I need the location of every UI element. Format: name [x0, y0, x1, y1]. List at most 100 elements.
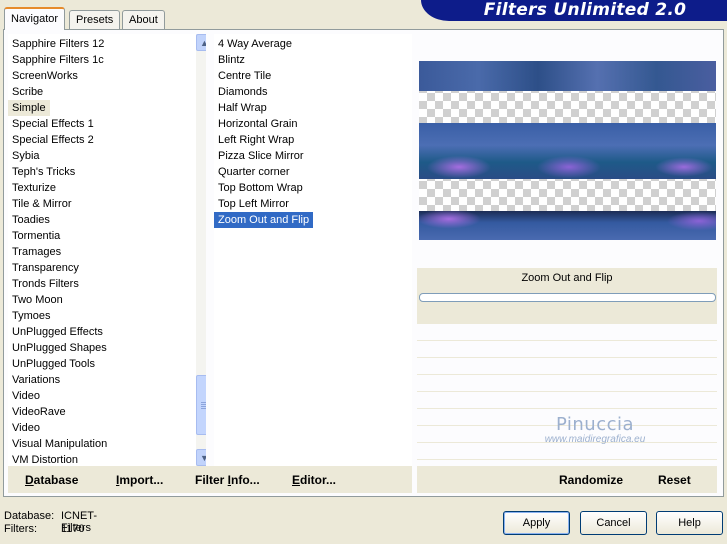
list-item[interactable]: Quarter corner: [214, 164, 294, 180]
list-item[interactable]: Teph's Tricks: [8, 164, 79, 180]
list-row: Tymoes: [8, 308, 206, 324]
list-item[interactable]: Toadies: [8, 212, 54, 228]
list-item[interactable]: Diamonds: [214, 84, 272, 100]
list-row: Tramages: [8, 244, 206, 260]
list-item[interactable]: Variations: [8, 372, 64, 388]
list-item[interactable]: Top Left Mirror: [214, 196, 293, 212]
preview-strip: [419, 211, 716, 240]
list-row: Zoom Out and Flip: [214, 212, 412, 228]
scroll-thumb[interactable]: [196, 375, 206, 435]
list-row: Sapphire Filters 1c: [8, 52, 206, 68]
list-row: Video: [8, 420, 206, 436]
list-row: Special Effects 2: [8, 132, 206, 148]
editor-label: ditor...: [300, 473, 337, 487]
help-button[interactable]: Help: [656, 511, 723, 535]
list-item[interactable]: VM Distortion: [8, 452, 82, 466]
database-button[interactable]: Database: [25, 473, 78, 487]
category-list[interactable]: Sapphire Filters 12 Sapphire Filters 1c Sc…: [8, 34, 206, 466]
list-item[interactable]: Tile & Mirror: [8, 196, 75, 212]
parameter-row: [417, 358, 717, 375]
list-row: Special Effects 1: [8, 116, 206, 132]
list-item[interactable]: Tronds Filters: [8, 276, 83, 292]
list-item[interactable]: Half Wrap: [214, 100, 271, 116]
list-row: Tile & Mirror: [8, 196, 206, 212]
list-item[interactable]: UnPlugged Tools: [8, 356, 99, 372]
cancel-button[interactable]: Cancel: [580, 511, 647, 535]
database-accel: D: [25, 473, 34, 487]
parameter-row: [417, 375, 717, 392]
list-row: Horizontal Grain: [214, 116, 412, 132]
list-item[interactable]: Video: [8, 420, 44, 436]
list-item[interactable]: 4 Way Average: [214, 36, 296, 52]
list-item[interactable]: Pizza Slice Mirror: [214, 148, 308, 164]
list-item[interactable]: Horizontal Grain: [214, 116, 301, 132]
apply-button[interactable]: Apply: [503, 511, 570, 535]
parameter-row: [417, 443, 717, 460]
list-item[interactable]: Transparency: [8, 260, 83, 276]
tab-presets[interactable]: Presets: [69, 10, 121, 30]
list-row: UnPlugged Shapes: [8, 340, 206, 356]
list-row: Transparency: [8, 260, 206, 276]
scroll-up-button[interactable]: ▲: [196, 34, 206, 51]
category-scrollbar[interactable]: ▲ ▼: [196, 34, 206, 466]
list-row: Sybia: [8, 148, 206, 164]
list-item[interactable]: Simple: [8, 100, 50, 116]
left-toolbar: Database Import... Filter Info... Editor…: [8, 466, 412, 493]
scroll-down-button[interactable]: ▼: [196, 449, 206, 466]
reset-button[interactable]: Reset: [658, 473, 691, 487]
list-row: Sapphire Filters 12: [8, 36, 206, 52]
list-item[interactable]: Two Moon: [8, 292, 67, 308]
list-row: Texturize: [8, 180, 206, 196]
import-button[interactable]: Import...: [116, 473, 163, 487]
list-item[interactable]: Special Effects 1: [8, 116, 98, 132]
list-row: UnPlugged Tools: [8, 356, 206, 372]
list-item[interactable]: Video: [8, 388, 44, 404]
tab-about[interactable]: About: [122, 10, 165, 30]
list-item[interactable]: Texturize: [8, 180, 60, 196]
filters-info-label: Filters:: [4, 523, 37, 535]
list-item[interactable]: Sybia: [8, 148, 44, 164]
preview-image: [419, 61, 716, 240]
filters-info-value: 1170: [61, 523, 85, 535]
list-row: Left Right Wrap: [214, 132, 412, 148]
editor-button[interactable]: Editor...: [292, 473, 336, 487]
list-item[interactable]: Tymoes: [8, 308, 55, 324]
list-row: Top Bottom Wrap: [214, 180, 412, 196]
list-item[interactable]: Scribe: [8, 84, 47, 100]
database-info-label: Database:: [4, 510, 55, 522]
filter-list[interactable]: 4 Way Average Blintz Centre Tile Diamonds Ha…: [214, 34, 412, 466]
list-item[interactable]: Sapphire Filters 1c: [8, 52, 108, 68]
parameter-row: [417, 324, 717, 341]
list-row: VM Distortion: [8, 452, 206, 466]
list-item[interactable]: Left Right Wrap: [214, 132, 298, 148]
filter-info-button[interactable]: Filter Info...: [195, 473, 260, 487]
category-items: Sapphire Filters 12 Sapphire Filters 1c Sc…: [8, 34, 206, 466]
randomize-button[interactable]: Randomize: [559, 473, 623, 487]
list-item[interactable]: Blintz: [214, 52, 249, 68]
list-item[interactable]: ScreenWorks: [8, 68, 82, 84]
watermark-url: www.maidiregrafica.eu: [544, 434, 646, 445]
list-item[interactable]: UnPlugged Shapes: [8, 340, 111, 356]
progress-bar: [419, 293, 716, 302]
list-row: Pizza Slice Mirror: [214, 148, 412, 164]
list-item[interactable]: Zoom Out and Flip: [214, 212, 314, 228]
list-row: Blintz: [214, 52, 412, 68]
parameter-row: [417, 392, 717, 409]
list-item[interactable]: Sapphire Filters 12: [8, 36, 108, 52]
list-item[interactable]: Top Bottom Wrap: [214, 180, 307, 196]
list-item[interactable]: Tramages: [8, 244, 65, 260]
watermark: Pinuccia www.maidiregrafica.eu: [530, 414, 660, 445]
list-row: Scribe: [8, 84, 206, 100]
list-row: 4 Way Average: [214, 36, 412, 52]
tab-navigator[interactable]: Navigator: [4, 7, 66, 30]
list-item[interactable]: VideoRave: [8, 404, 70, 420]
list-item[interactable]: Special Effects 2: [8, 132, 98, 148]
list-row: Two Moon: [8, 292, 206, 308]
list-item[interactable]: Tormentia: [8, 228, 64, 244]
list-item[interactable]: Visual Manipulation: [8, 436, 111, 452]
filters-info: Filters: 1170: [4, 523, 85, 535]
list-item[interactable]: UnPlugged Effects: [8, 324, 107, 340]
preview-strip: [419, 123, 716, 179]
preview-strip: [419, 61, 716, 91]
list-item[interactable]: Centre Tile: [214, 68, 275, 84]
